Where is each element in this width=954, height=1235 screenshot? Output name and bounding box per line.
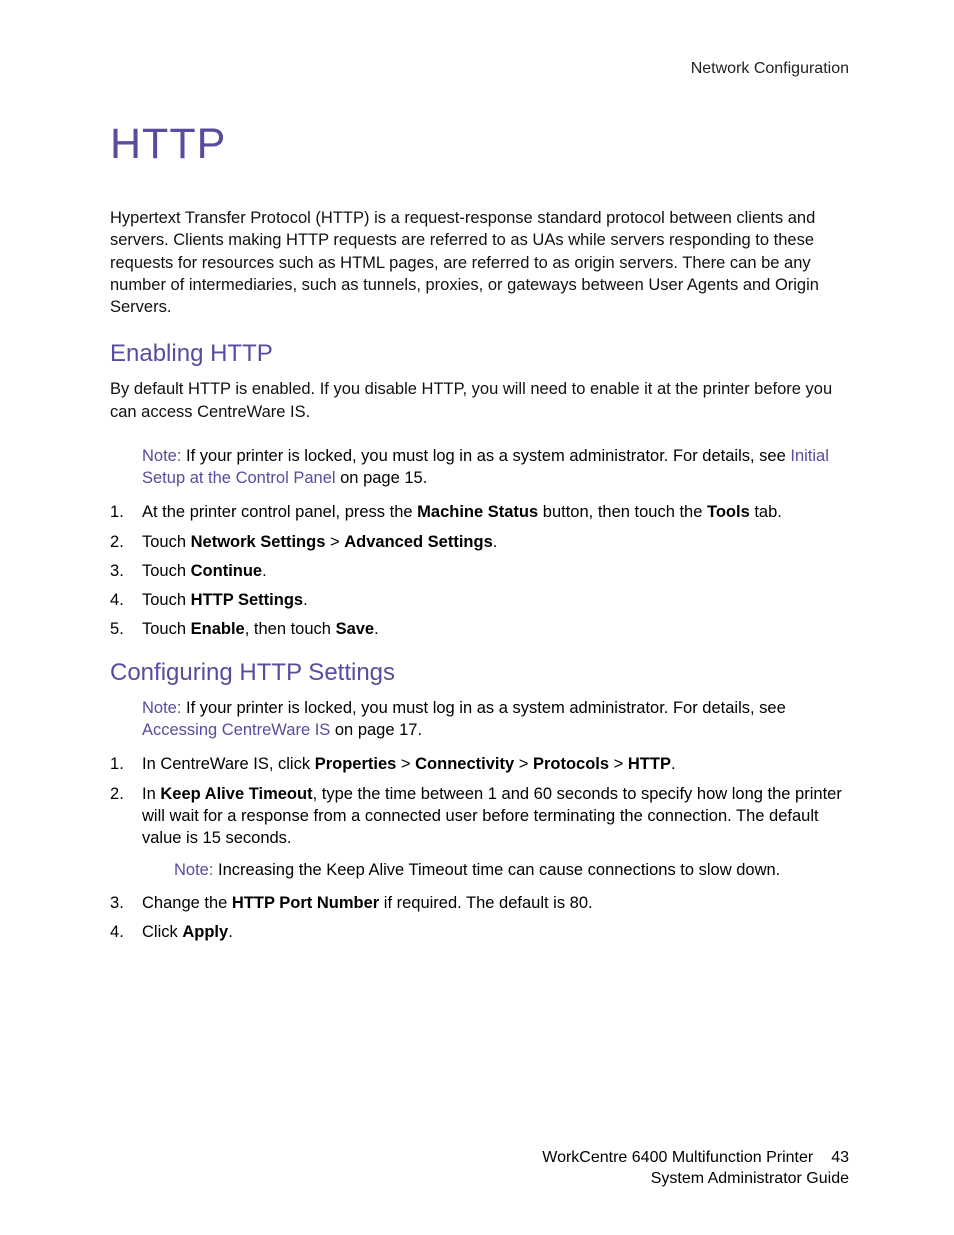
steps-configuring-http: In CentreWare IS, click Properties > Con… (110, 753, 849, 943)
note-text: Increasing the Keep Alive Timeout time c… (213, 861, 780, 879)
step-text: > (609, 755, 628, 773)
step-bold: HTTP (628, 755, 671, 773)
page-title: HTTP (110, 120, 849, 169)
inline-note: Note: Increasing the Keep Alive Timeout … (174, 859, 849, 881)
step-bold: Continue (191, 562, 263, 580)
step-text: . (493, 533, 498, 551)
footer-guide: System Administrator Guide (542, 1168, 849, 1190)
step-text: . (262, 562, 267, 580)
step-bold: Protocols (533, 755, 609, 773)
step-text: Change the (142, 894, 232, 912)
note-text-post: on page 17. (330, 721, 422, 739)
step-bold: Network Settings (191, 533, 326, 551)
steps-enabling-http: At the printer control panel, press the … (110, 501, 849, 640)
note-label: Note: (142, 447, 181, 465)
note-configuring-http: Note: If your printer is locked, you mus… (142, 697, 849, 742)
step-bold: Advanced Settings (344, 533, 493, 551)
step-text: In CentreWare IS, click (142, 755, 315, 773)
list-item: At the printer control panel, press the … (110, 501, 849, 523)
step-bold: Enable (191, 620, 245, 638)
step-text: > (325, 533, 344, 551)
link-accessing-centreware[interactable]: Accessing CentreWare IS (142, 721, 330, 739)
intro-paragraph: Hypertext Transfer Protocol (HTTP) is a … (110, 207, 849, 318)
note-text-pre: If your printer is locked, you must log … (181, 447, 790, 465)
note-text-post: on page 15. (336, 469, 428, 487)
step-text: > (396, 755, 415, 773)
step-text: . (303, 591, 308, 609)
step-text: Touch (142, 591, 191, 609)
page-number: 43 (831, 1149, 849, 1166)
step-bold: Connectivity (415, 755, 514, 773)
note-label: Note: (142, 699, 181, 717)
list-item: In CentreWare IS, click Properties > Con… (110, 753, 849, 775)
list-item: Touch HTTP Settings. (110, 589, 849, 611)
page-footer: WorkCentre 6400 Multifunction Printer43 … (542, 1147, 849, 1190)
step-text: Touch (142, 620, 191, 638)
step-text: Click (142, 923, 182, 941)
step-text: Touch (142, 533, 191, 551)
list-item: Touch Enable, then touch Save. (110, 618, 849, 640)
list-item: In Keep Alive Timeout, type the time bet… (110, 783, 849, 882)
step-text: . (374, 620, 379, 638)
step-text: , then touch (245, 620, 336, 638)
step-bold: HTTP Port Number (232, 894, 379, 912)
step-text: At the printer control panel, press the (142, 503, 417, 521)
step-text: if required. The default is 80. (379, 894, 592, 912)
step-text: . (228, 923, 233, 941)
footer-product: WorkCentre 6400 Multifunction Printer (542, 1149, 813, 1166)
list-item: Touch Continue. (110, 560, 849, 582)
step-text: button, then touch the (538, 503, 707, 521)
step-bold: Machine Status (417, 503, 538, 521)
list-item: Change the HTTP Port Number if required.… (110, 892, 849, 914)
step-bold: Apply (182, 923, 228, 941)
step-text: In (142, 785, 160, 803)
note-label: Note: (174, 861, 213, 879)
page-header-section: Network Configuration (110, 60, 849, 78)
enabling-http-paragraph: By default HTTP is enabled. If you disab… (110, 378, 849, 423)
heading-enabling-http: Enabling HTTP (110, 340, 849, 368)
step-text: Touch (142, 562, 191, 580)
step-bold: HTTP Settings (191, 591, 303, 609)
step-bold: Keep Alive Timeout (160, 785, 312, 803)
step-bold: Tools (707, 503, 750, 521)
step-text: . (671, 755, 676, 773)
list-item: Touch Network Settings > Advanced Settin… (110, 531, 849, 553)
list-item: Click Apply. (110, 921, 849, 943)
step-bold: Save (336, 620, 375, 638)
note-enabling-http: Note: If your printer is locked, you mus… (142, 445, 849, 490)
step-bold: Properties (315, 755, 397, 773)
heading-configuring-http: Configuring HTTP Settings (110, 659, 849, 687)
step-text: > (514, 755, 533, 773)
note-text-pre: If your printer is locked, you must log … (181, 699, 785, 717)
step-text: tab. (750, 503, 782, 521)
